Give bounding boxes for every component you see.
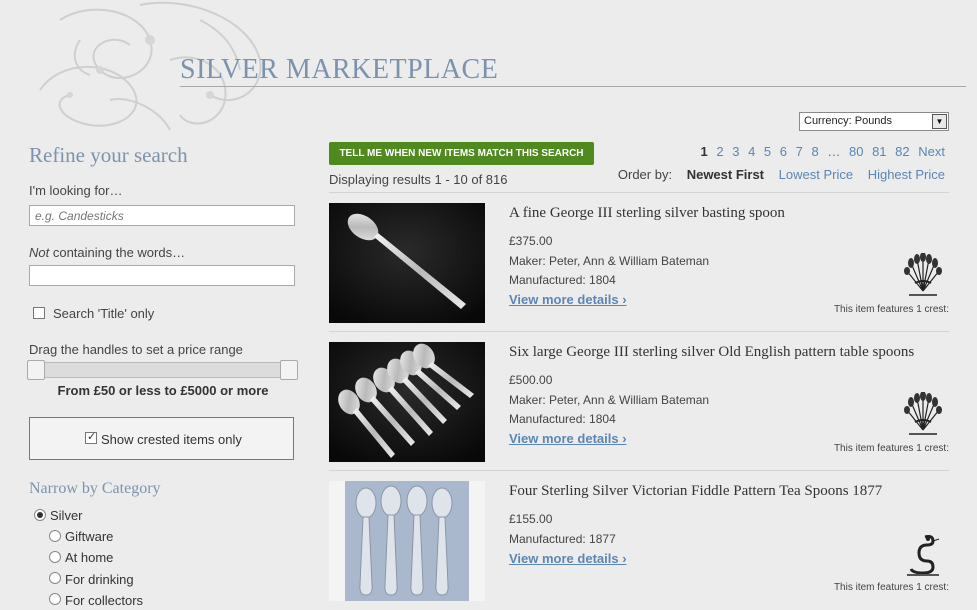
item-title[interactable]: Four Sterling Silver Victorian Fiddle Pa… <box>509 483 882 500</box>
item-price: £155.00 <box>509 512 553 526</box>
currency-select-label: Currency: Pounds <box>804 115 893 127</box>
category-radio-for-drinking[interactable] <box>49 572 61 584</box>
page-82[interactable]: 82 <box>895 144 909 159</box>
item-image-basting-spoon[interactable] <box>329 203 485 323</box>
page-81[interactable]: 81 <box>872 144 886 159</box>
results-divider <box>329 470 949 471</box>
page-1[interactable]: 1 <box>700 144 707 159</box>
item-manufactured: Manufactured: 1804 <box>509 273 616 287</box>
view-details-link[interactable]: View more details › <box>509 431 627 446</box>
item-price: £500.00 <box>509 373 553 387</box>
item-maker: Maker: Peter, Ann & William Bateman <box>509 393 710 407</box>
looking-for-input[interactable] <box>29 205 295 226</box>
not-containing-input[interactable] <box>29 265 295 286</box>
page-8[interactable]: 8 <box>812 144 819 159</box>
wheatsheaf-crest-icon <box>904 253 942 296</box>
title-only-label[interactable]: Search 'Title' only <box>53 306 154 321</box>
category-radio-silver[interactable] <box>34 509 46 521</box>
page-2[interactable]: 2 <box>716 144 723 159</box>
category-heading: Narrow by Category <box>29 480 161 497</box>
price-slider-min-handle[interactable] <box>27 360 45 380</box>
crest-note: This item features 1 crest: <box>833 443 949 454</box>
serpent-crest-icon <box>907 535 940 576</box>
not-containing-label: Not containing the words… <box>29 245 185 260</box>
order-by: Order by: Newest First Lowest Price High… <box>607 167 945 182</box>
crest-note: This item features 1 crest: <box>833 582 949 593</box>
title-only-checkbox[interactable] <box>33 307 45 319</box>
category-item-giftware[interactable]: Giftware <box>65 529 113 544</box>
order-lowest-price[interactable]: Lowest Price <box>779 167 853 182</box>
not-containing-text: containing the words… <box>49 245 186 260</box>
item-manufactured: Manufactured: 1877 <box>509 532 616 546</box>
results-count: Displaying results 1 - 10 of 816 <box>329 172 508 187</box>
chevron-down-icon[interactable]: ▼ <box>932 114 947 129</box>
results-divider <box>329 192 949 193</box>
item-image-tea-spoons[interactable] <box>329 481 485 601</box>
order-highest-price[interactable]: Highest Price <box>868 167 945 182</box>
page-ellipsis: … <box>827 144 841 159</box>
price-slider-track[interactable] <box>29 362 297 378</box>
page-4[interactable]: 4 <box>748 144 755 159</box>
page-6[interactable]: 6 <box>780 144 787 159</box>
crest-note: This item features 1 crest: <box>833 304 949 315</box>
item-image-table-spoons[interactable] <box>329 342 485 462</box>
wheatsheaf-crest-icon <box>904 392 942 435</box>
item-maker: Maker: Peter, Ann & William Bateman <box>509 254 710 268</box>
view-details-link[interactable]: View more details › <box>509 292 627 307</box>
category-item-silver[interactable]: Silver <box>50 508 83 523</box>
item-price: £375.00 <box>509 234 553 248</box>
page-3[interactable]: 3 <box>732 144 739 159</box>
site-title[interactable]: SILVER MARKETPLACE <box>180 54 498 86</box>
order-label: Order by: <box>617 167 673 182</box>
category-item-for-drinking[interactable]: For drinking <box>65 572 134 587</box>
pagination: 1 2 3 4 5 6 7 8 … 80 81 82 Next <box>695 144 945 159</box>
page-7[interactable]: 7 <box>796 144 803 159</box>
item-manufactured: Manufactured: 1804 <box>509 412 616 426</box>
results-divider <box>329 331 949 332</box>
page-5[interactable]: 5 <box>764 144 771 159</box>
not-emphasis: Not <box>29 245 50 260</box>
category-radio-at-home[interactable] <box>49 551 61 563</box>
price-instructions: Drag the handles to set a price range <box>29 342 243 357</box>
crested-label[interactable]: Show crested items only <box>101 432 242 447</box>
category-radio-giftware[interactable] <box>49 530 61 542</box>
page-80[interactable]: 80 <box>849 144 863 159</box>
view-details-link[interactable]: View more details › <box>509 551 627 566</box>
category-radio-for-collectors[interactable] <box>49 593 61 605</box>
item-title[interactable]: A fine George III sterling silver bastin… <box>509 205 785 222</box>
search-alert-button[interactable]: TELL ME WHEN NEW ITEMS MATCH THIS SEARCH <box>329 142 594 165</box>
price-slider-max-handle[interactable] <box>280 360 298 380</box>
page-next[interactable]: Next <box>918 144 945 159</box>
title-divider <box>180 86 966 87</box>
order-newest-first[interactable]: Newest First <box>687 167 764 182</box>
crested-filter-box[interactable]: Show crested items only <box>29 417 294 460</box>
price-range-text: From £50 or less to £5000 or more <box>57 383 269 398</box>
category-item-for-collectors[interactable]: For collectors <box>65 593 143 608</box>
currency-select[interactable]: Currency: Pounds ▼ <box>799 112 949 131</box>
refine-heading: Refine your search <box>29 143 188 167</box>
looking-for-label: I'm looking for… <box>29 183 123 198</box>
item-title[interactable]: Six large George III sterling silver Old… <box>509 344 914 361</box>
category-item-at-home[interactable]: At home <box>65 550 113 565</box>
crested-checkbox[interactable] <box>85 430 97 444</box>
